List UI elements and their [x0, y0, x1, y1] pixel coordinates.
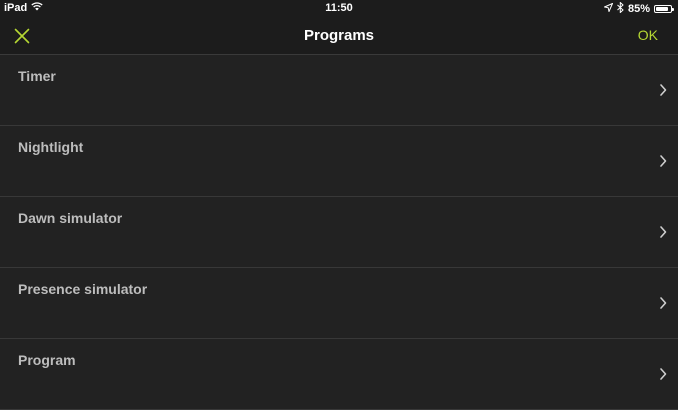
- program-row[interactable]: Presence simulator: [0, 268, 678, 339]
- chevron-right-icon: [660, 297, 667, 309]
- battery-icon: [654, 5, 674, 13]
- programs-list: Timer Nightlight Dawn simulator Presence si…: [0, 55, 678, 410]
- navigation-bar: Programs OK: [0, 18, 678, 55]
- program-label: Timer: [18, 68, 56, 84]
- ok-button[interactable]: OK: [638, 27, 658, 43]
- chevron-right-icon: [660, 368, 667, 380]
- status-bar: iPad 11:50 85%: [0, 0, 678, 18]
- program-row[interactable]: Nightlight: [0, 126, 678, 197]
- battery-percent: 85%: [627, 3, 650, 15]
- chevron-right-icon: [660, 155, 667, 167]
- status-right: 85%: [602, 1, 674, 16]
- program-row[interactable]: Program: [0, 339, 678, 410]
- program-label: Dawn simulator: [18, 210, 123, 226]
- page-title: Programs: [303, 27, 375, 44]
- program-row[interactable]: Timer: [0, 55, 678, 126]
- chevron-right-icon: [660, 84, 667, 96]
- program-label: Presence simulator: [18, 281, 148, 297]
- location-arrow-icon: [602, 2, 614, 15]
- program-label: Program: [18, 352, 76, 368]
- chevron-right-icon: [660, 226, 667, 238]
- battery-level: [656, 7, 668, 11]
- status-time: 11:50: [325, 2, 353, 14]
- program-row[interactable]: Dawn simulator: [0, 197, 678, 268]
- program-label: Nightlight: [18, 139, 84, 155]
- bluetooth-icon: [617, 1, 624, 16]
